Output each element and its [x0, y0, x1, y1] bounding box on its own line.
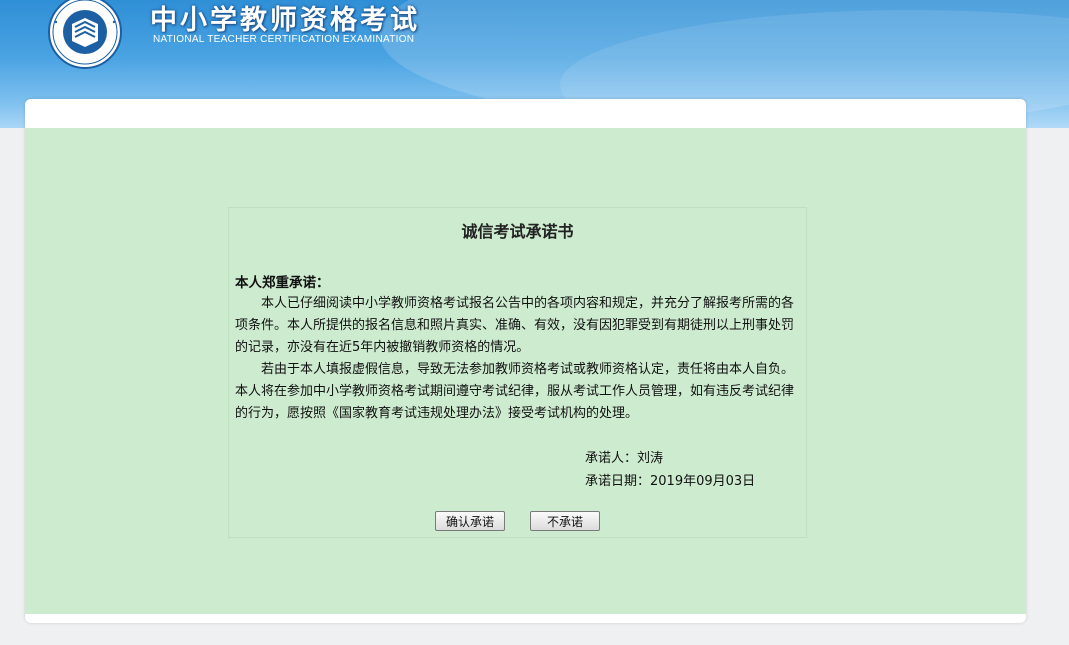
decline-pledge-button[interactable]: 不承诺	[530, 511, 600, 531]
site-subtitle: NATIONAL TEACHER CERTIFICATION EXAMINATI…	[153, 34, 415, 45]
signer-name: 承诺人：刘涛	[585, 451, 664, 466]
content-card: 诚信考试承诺书 本人郑重承诺： 本人已仔细阅读中小学教师资格考试报名公告中的各项…	[25, 99, 1026, 623]
card-top-strip	[25, 99, 1026, 128]
pledge-heading: 本人郑重承诺：	[235, 275, 330, 291]
document-title: 诚信考试承诺书	[461, 222, 574, 241]
confirm-pledge-button[interactable]: 确认承诺	[435, 511, 505, 531]
pledge-paragraph: 若由于本人填报虚假信息，导致无法参加教师资格考试或教师资格认定，责任将由本人自负…	[235, 362, 795, 421]
pledge-paragraph: 本人已仔细阅读中小学教师资格考试报名公告中的各项内容和规定，并充分了解报考所需的…	[235, 296, 795, 355]
site-title: 中小学教师资格考试	[150, 5, 420, 36]
book-seal-icon	[36, 0, 134, 72]
pledge-panel: 诚信考试承诺书 本人郑重承诺： 本人已仔细阅读中小学教师资格考试报名公告中的各项…	[228, 207, 807, 538]
card-body: 诚信考试承诺书 本人郑重承诺： 本人已仔细阅读中小学教师资格考试报名公告中的各项…	[25, 128, 1026, 614]
pledge-date: 承诺日期：2019年09月03日	[585, 474, 756, 489]
